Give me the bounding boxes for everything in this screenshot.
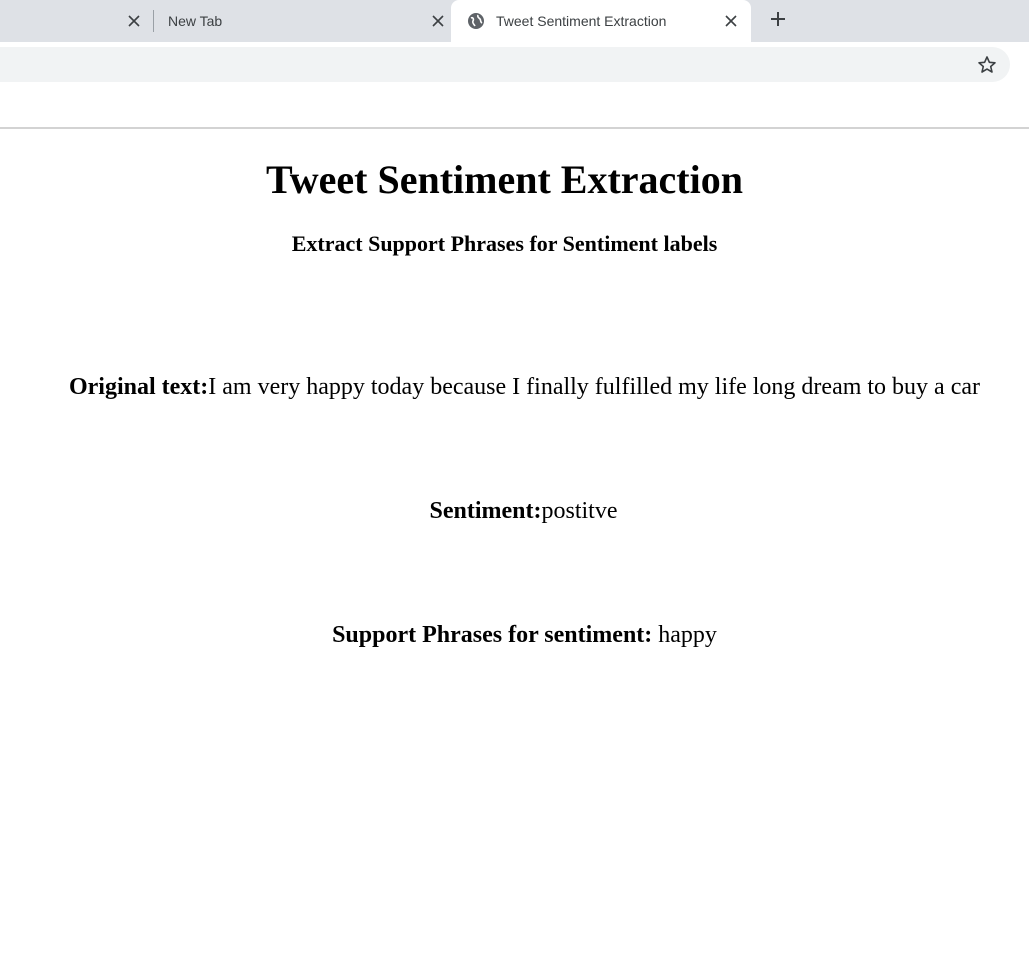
page-content: Tweet Sentiment Extraction Extract Suppo…: [0, 129, 1029, 954]
sentiment-line: Sentiment:postitve: [0, 496, 1029, 526]
sentiment-label: Sentiment:: [429, 498, 542, 524]
close-icon[interactable]: [428, 11, 448, 31]
close-icon[interactable]: [124, 11, 144, 31]
support-phrases-label: Support Phrases for sentiment:: [332, 622, 653, 648]
sentiment-value: postitve: [541, 498, 618, 524]
tab-label: New Tab: [168, 13, 223, 29]
tab-label: Tweet Sentiment Extraction: [496, 13, 667, 29]
tab-new-tab[interactable]: New Tab: [153, 10, 450, 32]
original-text-label: Original text:: [68, 374, 209, 400]
browser-chrome: New Tab Tweet Sentiment Extraction: [0, 0, 1029, 129]
tab-previous[interactable]: [0, 0, 153, 42]
address-bar[interactable]: [0, 47, 1010, 82]
tab-tweet-sentiment-extraction[interactable]: Tweet Sentiment Extraction: [451, 0, 751, 42]
plus-icon: [770, 11, 786, 32]
page-title: Tweet Sentiment Extraction: [266, 157, 743, 202]
close-icon[interactable]: [721, 11, 741, 31]
tab-strip: New Tab Tweet Sentiment Extraction: [0, 0, 1029, 42]
support-phrases-line: Support Phrases for sentiment: happy: [0, 620, 1029, 650]
support-phrases-value: happy: [652, 622, 717, 648]
star-icon[interactable]: [975, 53, 999, 77]
original-text-line: Original text:I am very happy today beca…: [0, 372, 1029, 402]
original-text-value: I am very happy today because I finally …: [208, 374, 981, 400]
globe-icon: [467, 12, 485, 30]
page-subtitle: Extract Support Phrases for Sentiment la…: [291, 231, 718, 256]
new-tab-button[interactable]: [765, 8, 791, 34]
